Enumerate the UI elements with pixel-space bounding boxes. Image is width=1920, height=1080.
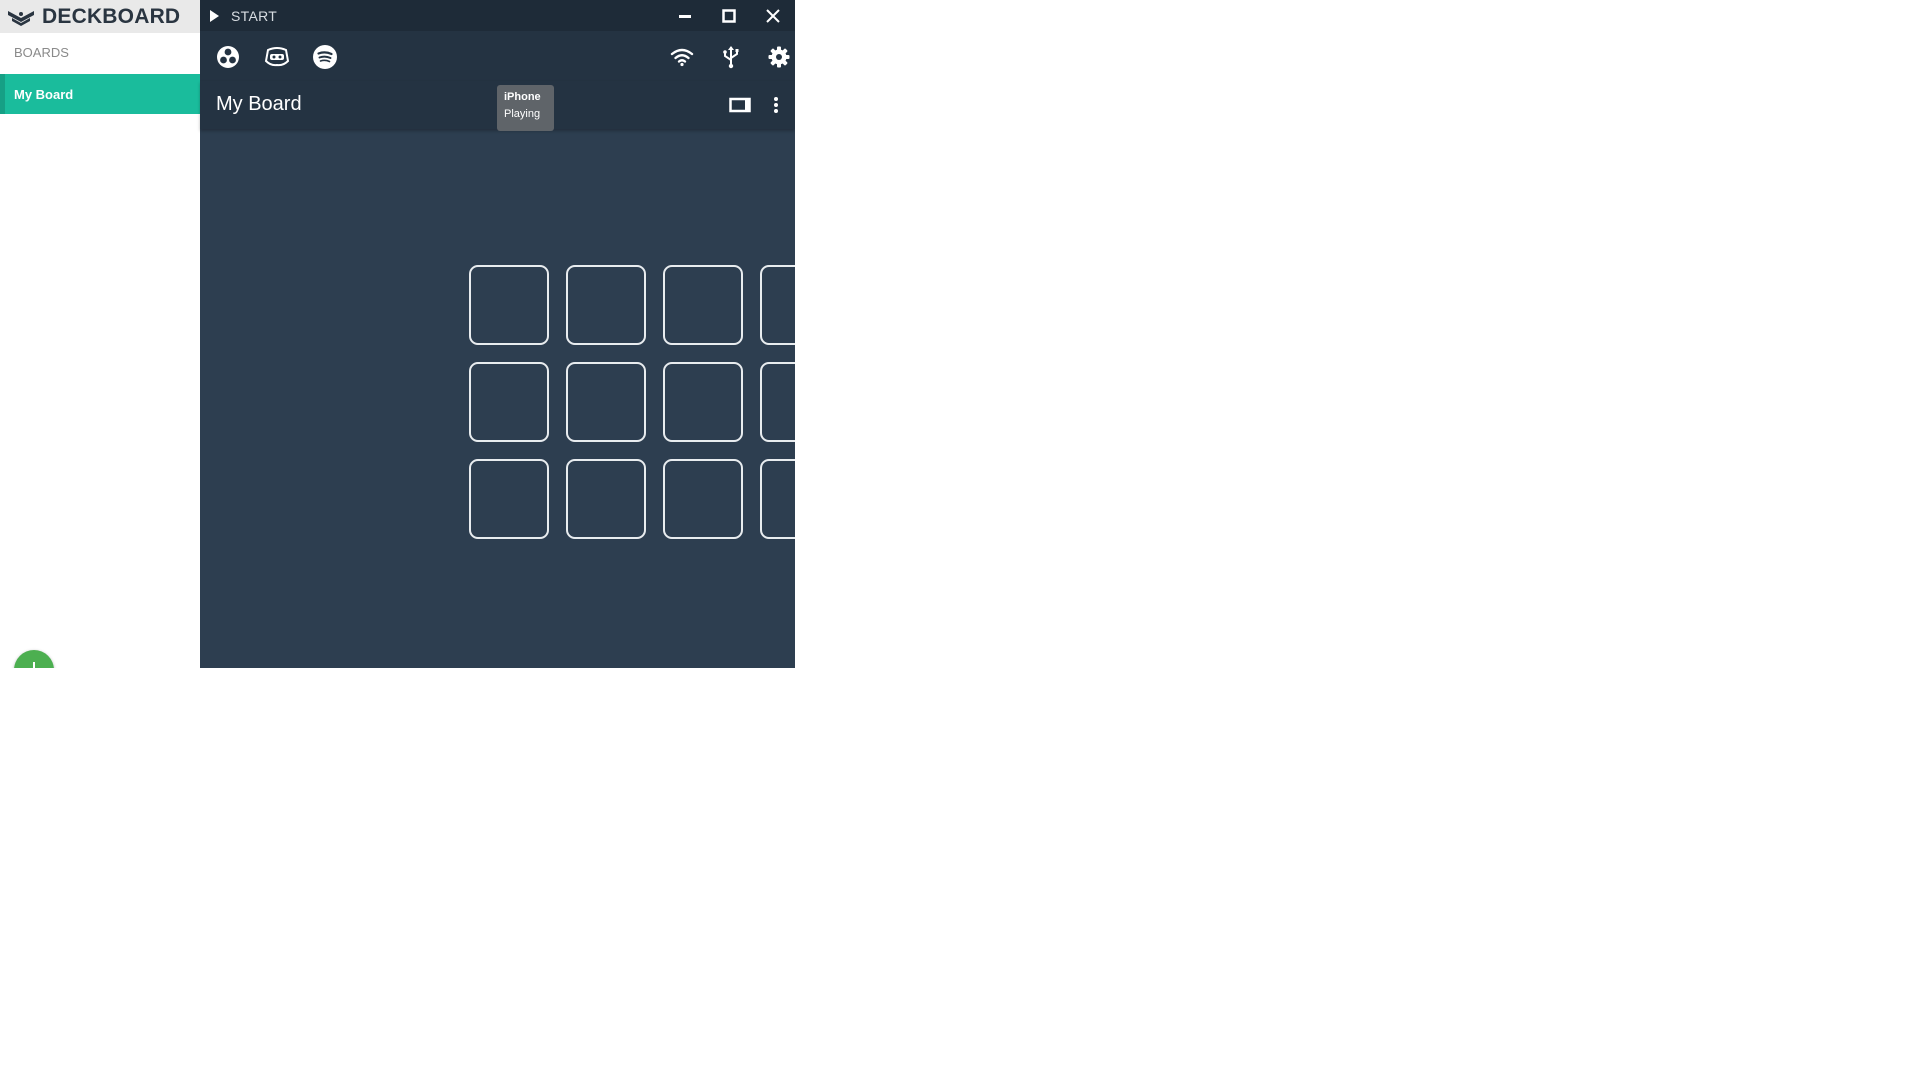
settings-button[interactable] (766, 44, 792, 70)
board-item-label: My Board (14, 86, 74, 102)
deck-button[interactable] (663, 459, 743, 539)
maximize-icon (722, 8, 736, 23)
discord-button[interactable] (264, 44, 290, 70)
deck-button[interactable] (663, 265, 743, 345)
deck-button[interactable] (566, 265, 646, 345)
deckboard-logo-icon (6, 7, 38, 27)
board-item-my-board[interactable]: My Board (0, 74, 200, 114)
close-button[interactable] (751, 0, 795, 31)
start-label: START (231, 7, 278, 24)
main-panel: START My Board iPhone Playing (200, 0, 795, 668)
more-vertical-icon (774, 97, 778, 113)
add-board-button[interactable] (14, 650, 54, 668)
boards-section-label: BOARDS (14, 45, 69, 60)
tooltip-status: Playing (504, 108, 541, 120)
start-button[interactable]: START (210, 8, 277, 24)
obs-button[interactable] (215, 44, 241, 70)
spotify-icon (313, 45, 337, 69)
maximize-button[interactable] (707, 0, 751, 31)
deck-button[interactable] (566, 459, 646, 539)
spotify-button[interactable] (312, 44, 338, 70)
close-icon (766, 8, 780, 23)
minimize-icon (679, 14, 691, 18)
deck-button[interactable] (469, 362, 549, 442)
deck-button[interactable] (760, 459, 795, 539)
play-icon (210, 9, 219, 22)
minimize-button[interactable] (663, 0, 707, 31)
wifi-button[interactable] (669, 44, 695, 70)
toolbar (200, 31, 795, 81)
board-title: My Board (216, 93, 302, 115)
deck-button[interactable] (663, 362, 743, 442)
wifi-icon (670, 48, 694, 67)
usb-icon (723, 46, 739, 69)
more-options-button[interactable] (764, 93, 788, 117)
sidebar: DECKBOARD BOARDS My Board (0, 0, 200, 668)
deck-button[interactable] (760, 362, 795, 442)
deck-button[interactable] (760, 265, 795, 345)
spotify-tooltip: iPhone Playing (497, 85, 554, 131)
brand-name: DECKBOARD (42, 4, 181, 28)
layout-button[interactable] (728, 93, 752, 117)
usb-button[interactable] (718, 44, 744, 70)
deckboard-app: DECKBOARD BOARDS My Board START My Board… (0, 0, 795, 668)
tooltip-device: iPhone (504, 91, 541, 103)
window-controls (663, 0, 795, 31)
obs-icon (217, 46, 239, 68)
layout-icon (729, 97, 751, 113)
button-grid (469, 265, 795, 539)
deck-button[interactable] (469, 265, 549, 345)
titlebar: START (200, 0, 795, 31)
brand-bar: DECKBOARD (0, 0, 200, 33)
deck-button[interactable] (566, 362, 646, 442)
discord-icon (264, 47, 290, 67)
deck-button[interactable] (469, 459, 549, 539)
settings-icon (768, 46, 790, 68)
